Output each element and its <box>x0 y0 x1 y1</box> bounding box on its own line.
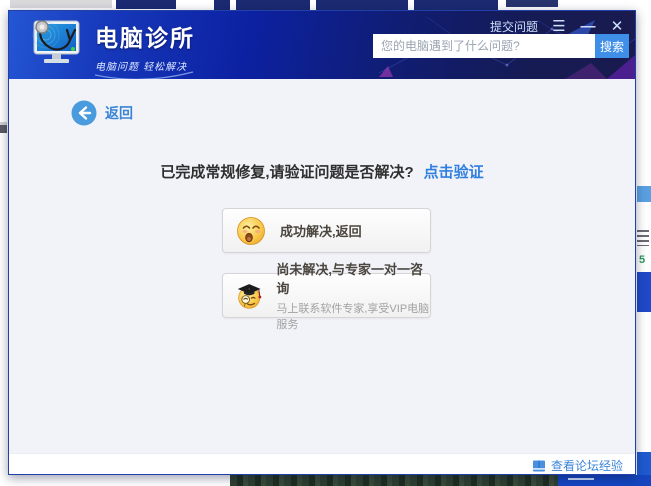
forum-experience-link[interactable]: 查看论坛经验 <box>532 457 623 474</box>
option-title: 尚未解决,与专家一对一咨询 <box>276 262 423 296</box>
expert-emoji-icon <box>237 283 262 309</box>
repair-result-message: 已完成常规修复,请验证问题是否解决? 点击验证 <box>9 161 635 182</box>
option-title: 成功解决,返回 <box>280 224 362 239</box>
background-window-fragment <box>316 0 408 10</box>
background-window-fragment <box>558 475 651 486</box>
option-text: 成功解决,返回 <box>280 221 362 240</box>
forum-link-label: 查看论坛经验 <box>550 459 623 473</box>
background-window-fragment <box>506 0 558 7</box>
app-logo-icon <box>32 20 80 63</box>
search-bar: 搜索 <box>373 34 629 58</box>
computer-clinic-window: 电脑诊所 电脑问题 轻松解决 提交问题 ☰ — ✕ 搜索 <box>8 10 636 475</box>
search-input[interactable] <box>373 34 595 58</box>
menu-icon[interactable]: ☰ <box>551 19 567 34</box>
subtitle-swoosh <box>95 71 194 79</box>
not-solved-expert-button[interactable]: 尚未解决,与专家一对一咨询 马上联系软件专家,享受VIP电脑服务 <box>222 262 431 331</box>
brand-block: 电脑诊所 电脑问题 轻松解决 <box>95 19 195 79</box>
solved-return-button[interactable]: 成功解决,返回 <box>222 208 431 253</box>
search-button[interactable]: 搜索 <box>595 34 629 58</box>
book-icon <box>532 460 545 471</box>
back-label: 返回 <box>105 105 133 121</box>
window-footer: 查看论坛经验 <box>9 453 635 474</box>
app-title: 电脑诊所 <box>95 25 195 51</box>
background-window-fragment <box>236 0 310 10</box>
app-header: 电脑诊所 电脑问题 轻松解决 提交问题 ☰ — ✕ 搜索 <box>9 11 635 79</box>
background-window-fragment <box>637 452 651 475</box>
relieved-emoji-icon <box>237 216 265 245</box>
background-window-fragment <box>214 0 230 10</box>
submit-question-link[interactable]: 提交问题 <box>490 18 538 35</box>
close-icon[interactable]: ✕ <box>609 19 625 34</box>
screen: 5 电脑诊所 电脑问题 轻松解决 提交问题 ☰ — ✕ 您的电脑遇到了什么问题?… <box>0 0 651 486</box>
minimize-icon[interactable]: — <box>580 19 596 34</box>
background-window-fragment <box>637 230 649 246</box>
background-window-fragment <box>0 119 7 133</box>
background-window-fragment <box>637 186 651 202</box>
resolution-options: 成功解决,返回 尚未解决,与专家一对一咨询 马上联系软件专家,享受VIP电脑服务 <box>222 208 431 338</box>
desktop-wallpaper-fragment <box>230 475 560 486</box>
background-text-fragment: 5 <box>639 254 646 266</box>
message-text: 已完成常规修复,请验证问题是否解决? <box>160 164 414 181</box>
background-window-fragment <box>637 272 651 312</box>
background-window-fragment <box>414 0 498 10</box>
verify-link[interactable]: 点击验证 <box>424 164 484 181</box>
back-arrow-icon <box>71 100 97 126</box>
option-text: 尚未解决,与专家一对一咨询 马上联系软件专家,享受VIP电脑服务 <box>276 259 430 332</box>
content-area: 返回 已完成常规修复,请验证问题是否解决? 点击验证 成功解决,返回 尚未解决,… <box>9 79 635 453</box>
window-topbar: 提交问题 ☰ — ✕ <box>490 18 625 35</box>
back-button[interactable]: 返回 <box>71 100 133 126</box>
option-subtitle: 马上联系软件专家,享受VIP电脑服务 <box>276 303 430 331</box>
background-window-fragment <box>10 0 112 8</box>
background-window-fragment <box>116 0 176 9</box>
